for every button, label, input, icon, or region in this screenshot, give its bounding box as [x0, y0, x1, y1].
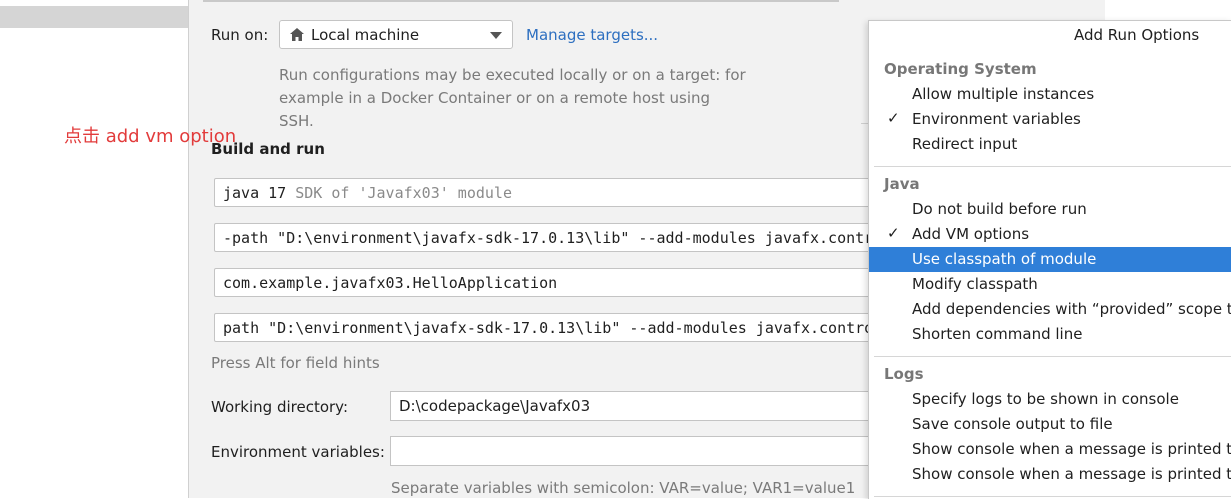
- working-directory-value: D:\codepackage\Javafx03: [399, 397, 591, 415]
- environment-variables-hint: Separate variables with semicolon: VAR=v…: [391, 479, 856, 497]
- group-operating-system: Operating System: [884, 60, 1037, 78]
- menu-item-label: Use classpath of module: [912, 250, 1097, 268]
- run-on-value: Local machine: [311, 26, 420, 44]
- menu-separator: [874, 496, 1231, 497]
- group-java: Java: [884, 175, 920, 193]
- main-class-field[interactable]: com.example.javafx03.HelloApplication: [214, 268, 914, 297]
- add-run-options-menu: Add Run Options Operating System Java Lo…: [868, 20, 1231, 499]
- menu-item[interactable]: Redirect input: [869, 132, 1231, 157]
- menu-item-label: Do not build before run: [912, 200, 1087, 218]
- menu-item[interactable]: Save console output to file: [869, 412, 1231, 437]
- run-on-label: Run on:: [211, 26, 269, 44]
- working-directory-input[interactable]: D:\codepackage\Javafx03: [390, 391, 910, 421]
- menu-item[interactable]: ✓ Environment variables: [869, 107, 1231, 132]
- menu-item-label: Shorten command line: [912, 325, 1083, 343]
- program-arguments-value: path "D:\environment\javafx-sdk-17.0.13\…: [223, 319, 874, 337]
- selected-tree-item[interactable]: [0, 6, 188, 28]
- checkmark-icon: ✓: [887, 224, 900, 242]
- top-divider: [203, 0, 839, 2]
- menu-item[interactable]: Shorten command line: [869, 322, 1231, 347]
- menu-title: Add Run Options: [1074, 26, 1200, 44]
- home-icon: [290, 28, 304, 41]
- field-hints-text: Press Alt for field hints: [211, 354, 380, 372]
- menu-item-label: Save console output to file: [912, 415, 1113, 433]
- environment-variables-label: Environment variables:: [211, 443, 385, 461]
- chevron-down-icon[interactable]: [490, 32, 502, 39]
- run-on-dropdown[interactable]: Local machine: [279, 20, 513, 49]
- menu-separator: [874, 356, 1231, 357]
- menu-item[interactable]: Show console when a message is printed t…: [869, 437, 1231, 462]
- menu-item-label: Allow multiple instances: [912, 85, 1095, 103]
- menu-item-label: Add dependencies with “provided” scope t…: [912, 300, 1231, 318]
- menu-item[interactable]: Add dependencies with “provided” scope t…: [869, 297, 1231, 322]
- working-directory-label: Working directory:: [211, 398, 349, 416]
- menu-item-label: Environment variables: [912, 110, 1081, 128]
- main-class-value: com.example.javafx03.HelloApplication: [223, 274, 558, 292]
- run-on-hint: Run configurations may be executed local…: [279, 66, 746, 130]
- sdk-selector[interactable]: java 17 SDK of 'Javafx03' module: [214, 178, 914, 207]
- menu-item-label: Redirect input: [912, 135, 1018, 153]
- menu-item[interactable]: Modify classpath: [869, 272, 1231, 297]
- menu-item-label: Show console when a message is printed t…: [912, 465, 1231, 483]
- menu-item[interactable]: Use classpath of module: [869, 247, 1231, 272]
- manage-targets-link[interactable]: Manage targets...: [526, 26, 658, 44]
- menu-item[interactable]: Do not build before run: [869, 197, 1231, 222]
- vm-options-value: -path "D:\environment\javafx-sdk-17.0.13…: [223, 229, 883, 247]
- checkmark-icon: ✓: [887, 109, 900, 127]
- vm-options-field[interactable]: -path "D:\environment\javafx-sdk-17.0.13…: [214, 223, 914, 252]
- sdk-hint: SDK of 'Javafx03' module: [295, 184, 512, 202]
- menu-item-label: Show console when a message is printed t…: [912, 440, 1231, 458]
- menu-separator: [874, 166, 1231, 167]
- menu-item[interactable]: Allow multiple instances: [869, 82, 1231, 107]
- environment-variables-input[interactable]: [390, 436, 910, 466]
- settings-tree-panel: [0, 0, 189, 498]
- group-logs: Logs: [884, 365, 924, 383]
- program-arguments-field[interactable]: path "D:\environment\javafx-sdk-17.0.13\…: [214, 313, 914, 342]
- sdk-value: java 17: [223, 184, 287, 202]
- menu-item[interactable]: Specify logs to be shown in console: [869, 387, 1231, 412]
- menu-item-label: Add VM options: [912, 225, 1030, 243]
- menu-item[interactable]: Show console when a message is printed t…: [869, 462, 1231, 487]
- annotation-text: 点击 add vm option: [64, 126, 237, 147]
- menu-item-label: Modify classpath: [912, 275, 1038, 293]
- menu-item-label: Specify logs to be shown in console: [912, 390, 1179, 408]
- menu-item[interactable]: ✓ Add VM options: [869, 222, 1231, 247]
